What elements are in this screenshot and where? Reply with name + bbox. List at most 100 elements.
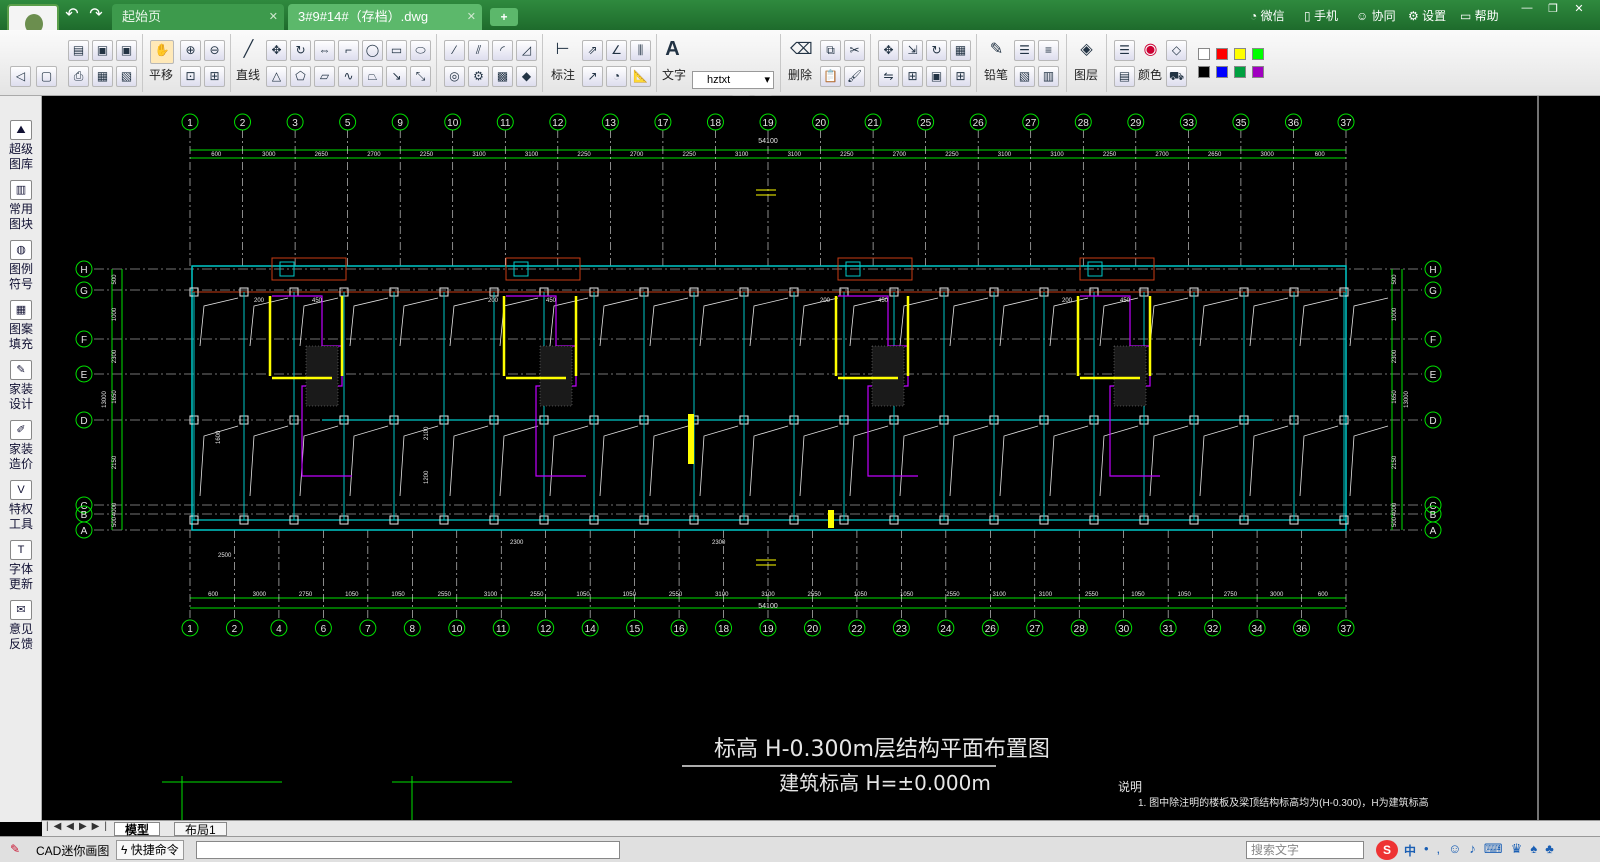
sheet-nav-icon[interactable]: |◀◀▶▶| bbox=[46, 821, 112, 832]
chamfer-icon[interactable]: ◿ bbox=[516, 40, 537, 61]
trapezoid-icon[interactable]: ⏢ bbox=[362, 66, 383, 87]
line-tool-icon[interactable]: ╱ bbox=[238, 40, 259, 61]
measure-area-icon[interactable]: ▥ bbox=[1038, 66, 1059, 87]
restore-icon[interactable]: ❐ bbox=[1542, 2, 1564, 16]
mirror-icon[interactable]: ⇋ bbox=[878, 66, 899, 87]
save-as-icon[interactable]: ▣ bbox=[116, 40, 137, 61]
sidebar-item-7[interactable]: T 字体更新 bbox=[2, 540, 40, 592]
minimize-icon[interactable]: — bbox=[1516, 2, 1538, 16]
sidebar-item-2[interactable]: ◍ 图例符号 bbox=[2, 240, 40, 292]
rotate-cw-icon[interactable]: ↻ bbox=[926, 40, 947, 61]
command-input[interactable] bbox=[196, 841, 620, 859]
redo-arrow-icon[interactable]: ↷ bbox=[86, 6, 106, 24]
close-icon[interactable]: ✕ bbox=[269, 4, 278, 30]
font-select[interactable]: hztxt ▾ bbox=[692, 71, 774, 89]
print-icon[interactable]: ⎙ bbox=[68, 66, 89, 87]
rotate-icon[interactable]: ↻ bbox=[290, 40, 311, 61]
new-file-icon[interactable]: ▢ bbox=[36, 66, 57, 87]
linetype-icon[interactable]: ≡ bbox=[1038, 40, 1059, 61]
close-icon[interactable]: ✕ bbox=[467, 4, 476, 30]
lineweight-icon[interactable]: ☰ bbox=[1014, 40, 1035, 61]
ellipse-icon[interactable]: ⬭ bbox=[410, 40, 431, 61]
quick-command-button[interactable]: ϟ 快捷命令 bbox=[116, 840, 184, 860]
parallelogram-icon[interactable]: ▱ bbox=[314, 66, 335, 87]
new-tab-button[interactable]: + bbox=[490, 8, 518, 26]
dimension-icon[interactable]: ⊢ bbox=[552, 40, 573, 61]
fill-icon[interactable]: ◆ bbox=[516, 66, 537, 87]
color-swatch-black[interactable] bbox=[1198, 66, 1210, 78]
color-swatch-blue[interactable] bbox=[1216, 66, 1228, 78]
back-icon[interactable]: ◁ bbox=[10, 66, 31, 87]
paste-icon[interactable]: 📋 bbox=[820, 66, 841, 87]
circle-icon[interactable]: ◯ bbox=[362, 40, 383, 61]
pdf-icon[interactable]: ▦ bbox=[92, 66, 113, 87]
image-icon[interactable]: ▧ bbox=[1014, 66, 1035, 87]
layers-icon[interactable]: ◈ bbox=[1076, 40, 1097, 61]
color-wheel-icon[interactable]: ◉ bbox=[1140, 40, 1161, 61]
sidebar-item-4[interactable]: ✎ 家装设计 bbox=[2, 360, 40, 412]
gear-icon[interactable]: ⚙ bbox=[468, 66, 489, 87]
sidebar-item-8[interactable]: ✉ 意见反馈 bbox=[2, 600, 40, 652]
scale-icon[interactable]: ⇲ bbox=[902, 40, 923, 61]
zoom-out-icon[interactable]: ⊖ bbox=[204, 40, 225, 61]
block-icon[interactable]: ▦ bbox=[950, 40, 971, 61]
trim-icon[interactable]: ⫽ bbox=[468, 40, 489, 61]
sidebar-item-0[interactable]: ⛰ 超级图库 bbox=[2, 120, 40, 172]
drawing-canvas[interactable]: 54100 54100 1 2 3 5 9 10 11 12 13 17 18 19 20 21 25 26 27 2… bbox=[42, 96, 1600, 822]
pencil-icon[interactable]: ✎ bbox=[986, 40, 1007, 61]
save-icon[interactable]: ▣ bbox=[92, 40, 113, 61]
help-menu[interactable]: ▭ 帮助 bbox=[1460, 7, 1499, 24]
radius-dim-icon[interactable]: ◔ bbox=[606, 66, 627, 87]
break-icon[interactable]: ⁄ bbox=[444, 40, 465, 61]
settings-menu[interactable]: ⚙ 设置 bbox=[1408, 7, 1446, 24]
tab-start-page[interactable]: 起始页 ✕ bbox=[112, 4, 284, 30]
sheet-tab-layout1[interactable]: 布局1 bbox=[174, 822, 227, 837]
move-icon[interactable]: ✥ bbox=[266, 40, 287, 61]
sidebar-item-6[interactable]: V 特权工具 bbox=[2, 480, 40, 532]
vehicle-icon[interactable]: ⛟ bbox=[1166, 66, 1187, 87]
zoom-window-icon[interactable]: ⊡ bbox=[180, 66, 201, 87]
pan-hand-icon[interactable]: ✋ bbox=[150, 40, 174, 64]
zoom-extents-icon[interactable]: ⊞ bbox=[204, 66, 225, 87]
clear-icon[interactable]: ◇ bbox=[1166, 40, 1187, 61]
sidebar-item-3[interactable]: ▦ 图案填充 bbox=[2, 300, 40, 352]
ime-mode[interactable]: 中 bbox=[1404, 842, 1416, 859]
continuous-dim-icon[interactable]: ⫼ bbox=[630, 40, 651, 61]
color-swatch-yellow[interactable] bbox=[1234, 48, 1246, 60]
table-icon[interactable]: ▤ bbox=[1114, 66, 1135, 87]
leader-icon[interactable]: ↗ bbox=[582, 66, 603, 87]
ray-icon[interactable]: ⤡ bbox=[410, 66, 431, 87]
window-close-icon[interactable]: ✕ bbox=[1568, 2, 1590, 16]
color-swatch-purple[interactable] bbox=[1252, 66, 1264, 78]
export-image-icon[interactable]: ▧ bbox=[116, 66, 137, 87]
cut-icon[interactable]: ✂ bbox=[844, 40, 865, 61]
stretch-icon[interactable]: ⇔ bbox=[314, 40, 335, 61]
aligned-dim-icon[interactable]: ⇗ bbox=[582, 40, 603, 61]
hatch-icon[interactable]: ▩ bbox=[492, 66, 513, 87]
color-swatch-darkgreen[interactable] bbox=[1234, 66, 1246, 78]
tab-drawing[interactable]: 3#9#14#（存档）.dwg ✕ bbox=[288, 4, 482, 30]
pentagon-icon[interactable]: ⬠ bbox=[290, 66, 311, 87]
match-prop-icon[interactable]: 🖌 bbox=[844, 66, 865, 87]
sidebar-item-5[interactable]: ✐ 家装造价 bbox=[2, 420, 40, 472]
undo-arrow-icon[interactable]: ↶ bbox=[62, 6, 82, 24]
triangle-icon[interactable]: △ bbox=[266, 66, 287, 87]
sheet-tab-model[interactable]: 模型 bbox=[114, 822, 161, 837]
sogou-ime-icon[interactable]: S bbox=[1376, 840, 1398, 860]
copy-icon[interactable]: ⧉ bbox=[820, 40, 841, 61]
color-swatch-red[interactable] bbox=[1216, 48, 1228, 60]
angle-dim-icon[interactable]: ∠ bbox=[606, 40, 627, 61]
search-text-input[interactable]: 搜索文字 bbox=[1246, 841, 1364, 859]
collab-menu[interactable]: ☺ 协同 bbox=[1356, 7, 1396, 24]
wechat-menu[interactable]: ◔ 微信 bbox=[1250, 7, 1285, 24]
phone-menu[interactable]: ▯ 手机 bbox=[1304, 7, 1338, 24]
move-cross-icon[interactable]: ✥ bbox=[878, 40, 899, 61]
grid-array-icon[interactable]: ⊞ bbox=[950, 66, 971, 87]
arrow-line-icon[interactable]: ↘ bbox=[386, 66, 407, 87]
color-swatch-green[interactable] bbox=[1252, 48, 1264, 60]
open-file-icon[interactable]: ▤ bbox=[68, 40, 89, 61]
ime-tools-icon[interactable]: •,☺♪⌨♛♠♣ bbox=[1424, 841, 1562, 857]
zoom-in-icon[interactable]: ⊕ bbox=[180, 40, 201, 61]
sidebar-item-1[interactable]: ▥ 常用图块 bbox=[2, 180, 40, 232]
fillet-icon[interactable]: ◜ bbox=[492, 40, 513, 61]
